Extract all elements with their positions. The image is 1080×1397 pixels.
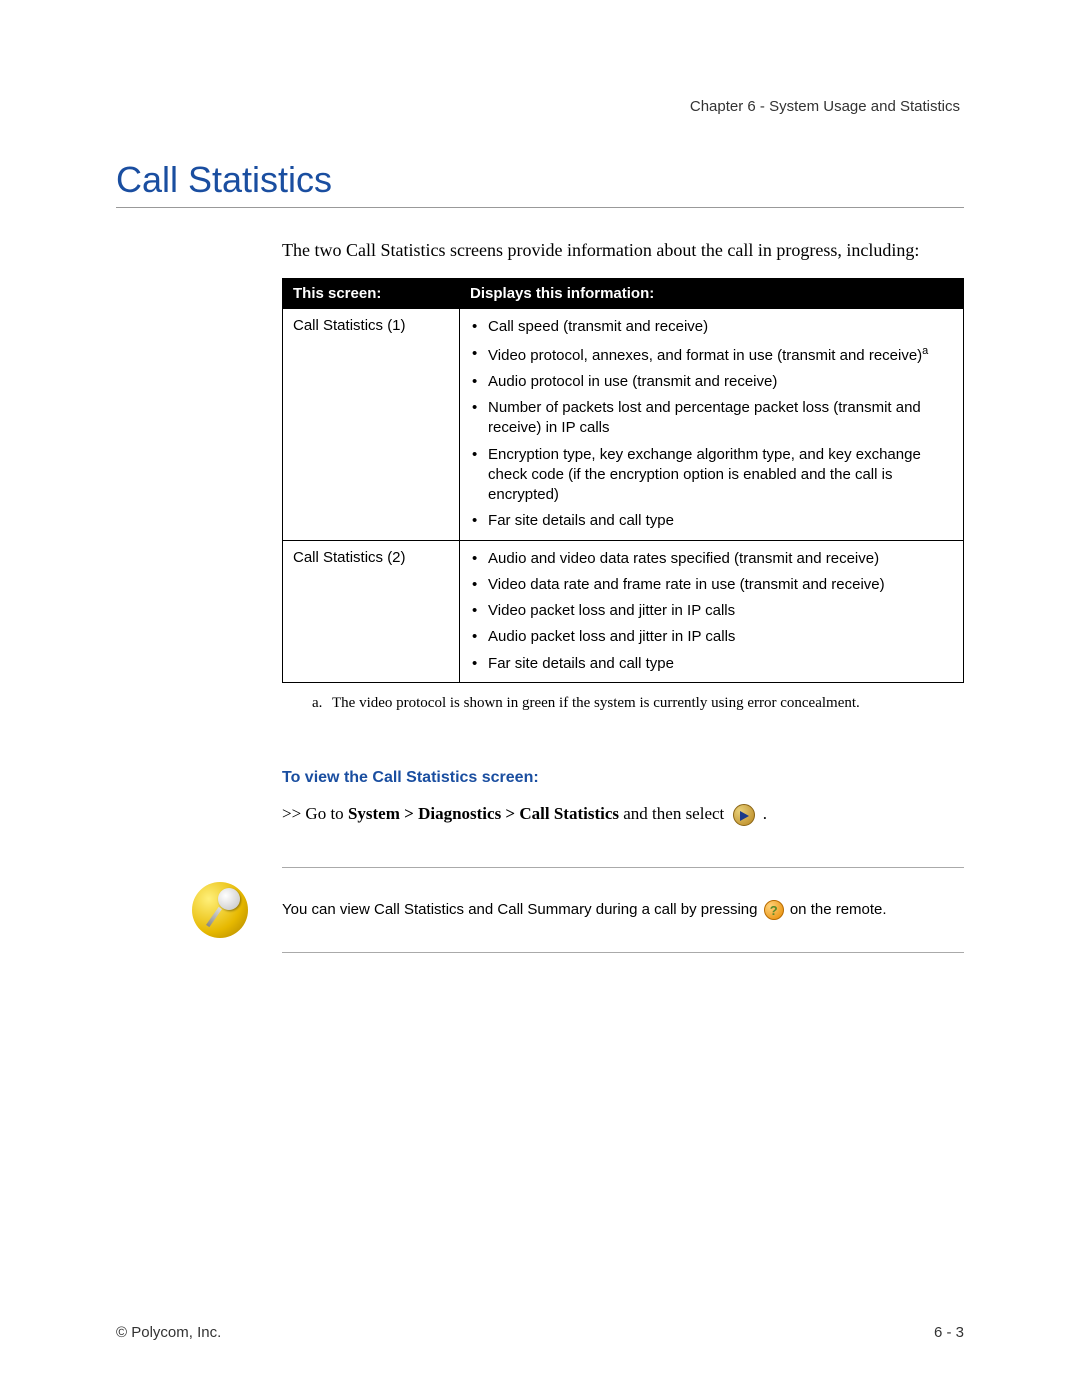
table-row: Call Statistics (1) Call speed (transmit… [283, 309, 964, 540]
call-statistics-table: This screen: Displays this information: … [282, 278, 964, 683]
list-item: Far site details and call type [470, 511, 953, 531]
footnote-ref: a [922, 345, 928, 357]
page: Chapter 6 - System Usage and Statistics … [0, 0, 1080, 1397]
list-item: Audio protocol in use (transmit and rece… [470, 372, 953, 392]
cell-info-list: Call speed (transmit and receive) Video … [460, 309, 964, 540]
footer-copyright: © Polycom, Inc. [116, 1324, 221, 1341]
footnote-label: a. [312, 693, 332, 713]
note-text: You can view Call Statistics and Call Su… [282, 899, 964, 920]
table-header-screen: This screen: [283, 279, 460, 309]
list-item: Video protocol, annexes, and format in u… [470, 344, 953, 366]
footnote: a.The video protocol is shown in green i… [312, 693, 964, 713]
nav-prefix: >> Go to [282, 804, 348, 823]
note-text-after: on the remote. [786, 901, 887, 918]
chapter-header: Chapter 6 - System Usage and Statistics [116, 98, 964, 115]
table-row: Call Statistics (2) Audio and video data… [283, 540, 964, 682]
cell-screen-name: Call Statistics (1) [283, 309, 460, 540]
list-item: Far site details and call type [470, 654, 953, 674]
list-item: Audio and video data rates specified (tr… [470, 549, 953, 569]
list-item: Call speed (transmit and receive) [470, 317, 953, 337]
page-title: Call Statistics [116, 159, 964, 208]
content-block: The two Call Statistics screens provide … [282, 238, 964, 953]
table-header-info: Displays this information: [460, 279, 964, 309]
nav-path: System > Diagnostics > Call Statistics [348, 804, 619, 823]
note-block: You can view Call Statistics and Call Su… [282, 867, 964, 953]
nav-instruction: >> Go to System > Diagnostics > Call Sta… [282, 801, 964, 827]
help-icon [764, 900, 784, 920]
pushpin-icon [192, 882, 248, 938]
list-item: Number of packets lost and percentage pa… [470, 398, 953, 439]
footnote-text: The video protocol is shown in green if … [332, 695, 860, 711]
cell-info-list: Audio and video data rates specified (tr… [460, 540, 964, 682]
nav-suffix: and then select [619, 804, 729, 823]
list-item: Video packet loss and jitter in IP calls [470, 601, 953, 621]
footer-page-number: 6 - 3 [934, 1324, 964, 1341]
nav-tail: . [759, 804, 768, 823]
list-item: Audio packet loss and jitter in IP calls [470, 627, 953, 647]
list-item: Video data rate and frame rate in use (t… [470, 575, 953, 595]
subheading: To view the Call Statistics screen: [282, 769, 964, 787]
page-footer: © Polycom, Inc. 6 - 3 [116, 1324, 964, 1341]
list-item: Encryption type, key exchange algorithm … [470, 445, 953, 506]
intro-text: The two Call Statistics screens provide … [282, 238, 964, 262]
note-icon-wrap [192, 882, 262, 938]
arrow-right-icon [733, 804, 755, 826]
cell-screen-name: Call Statistics (2) [283, 540, 460, 682]
note-text-before: You can view Call Statistics and Call Su… [282, 901, 762, 918]
